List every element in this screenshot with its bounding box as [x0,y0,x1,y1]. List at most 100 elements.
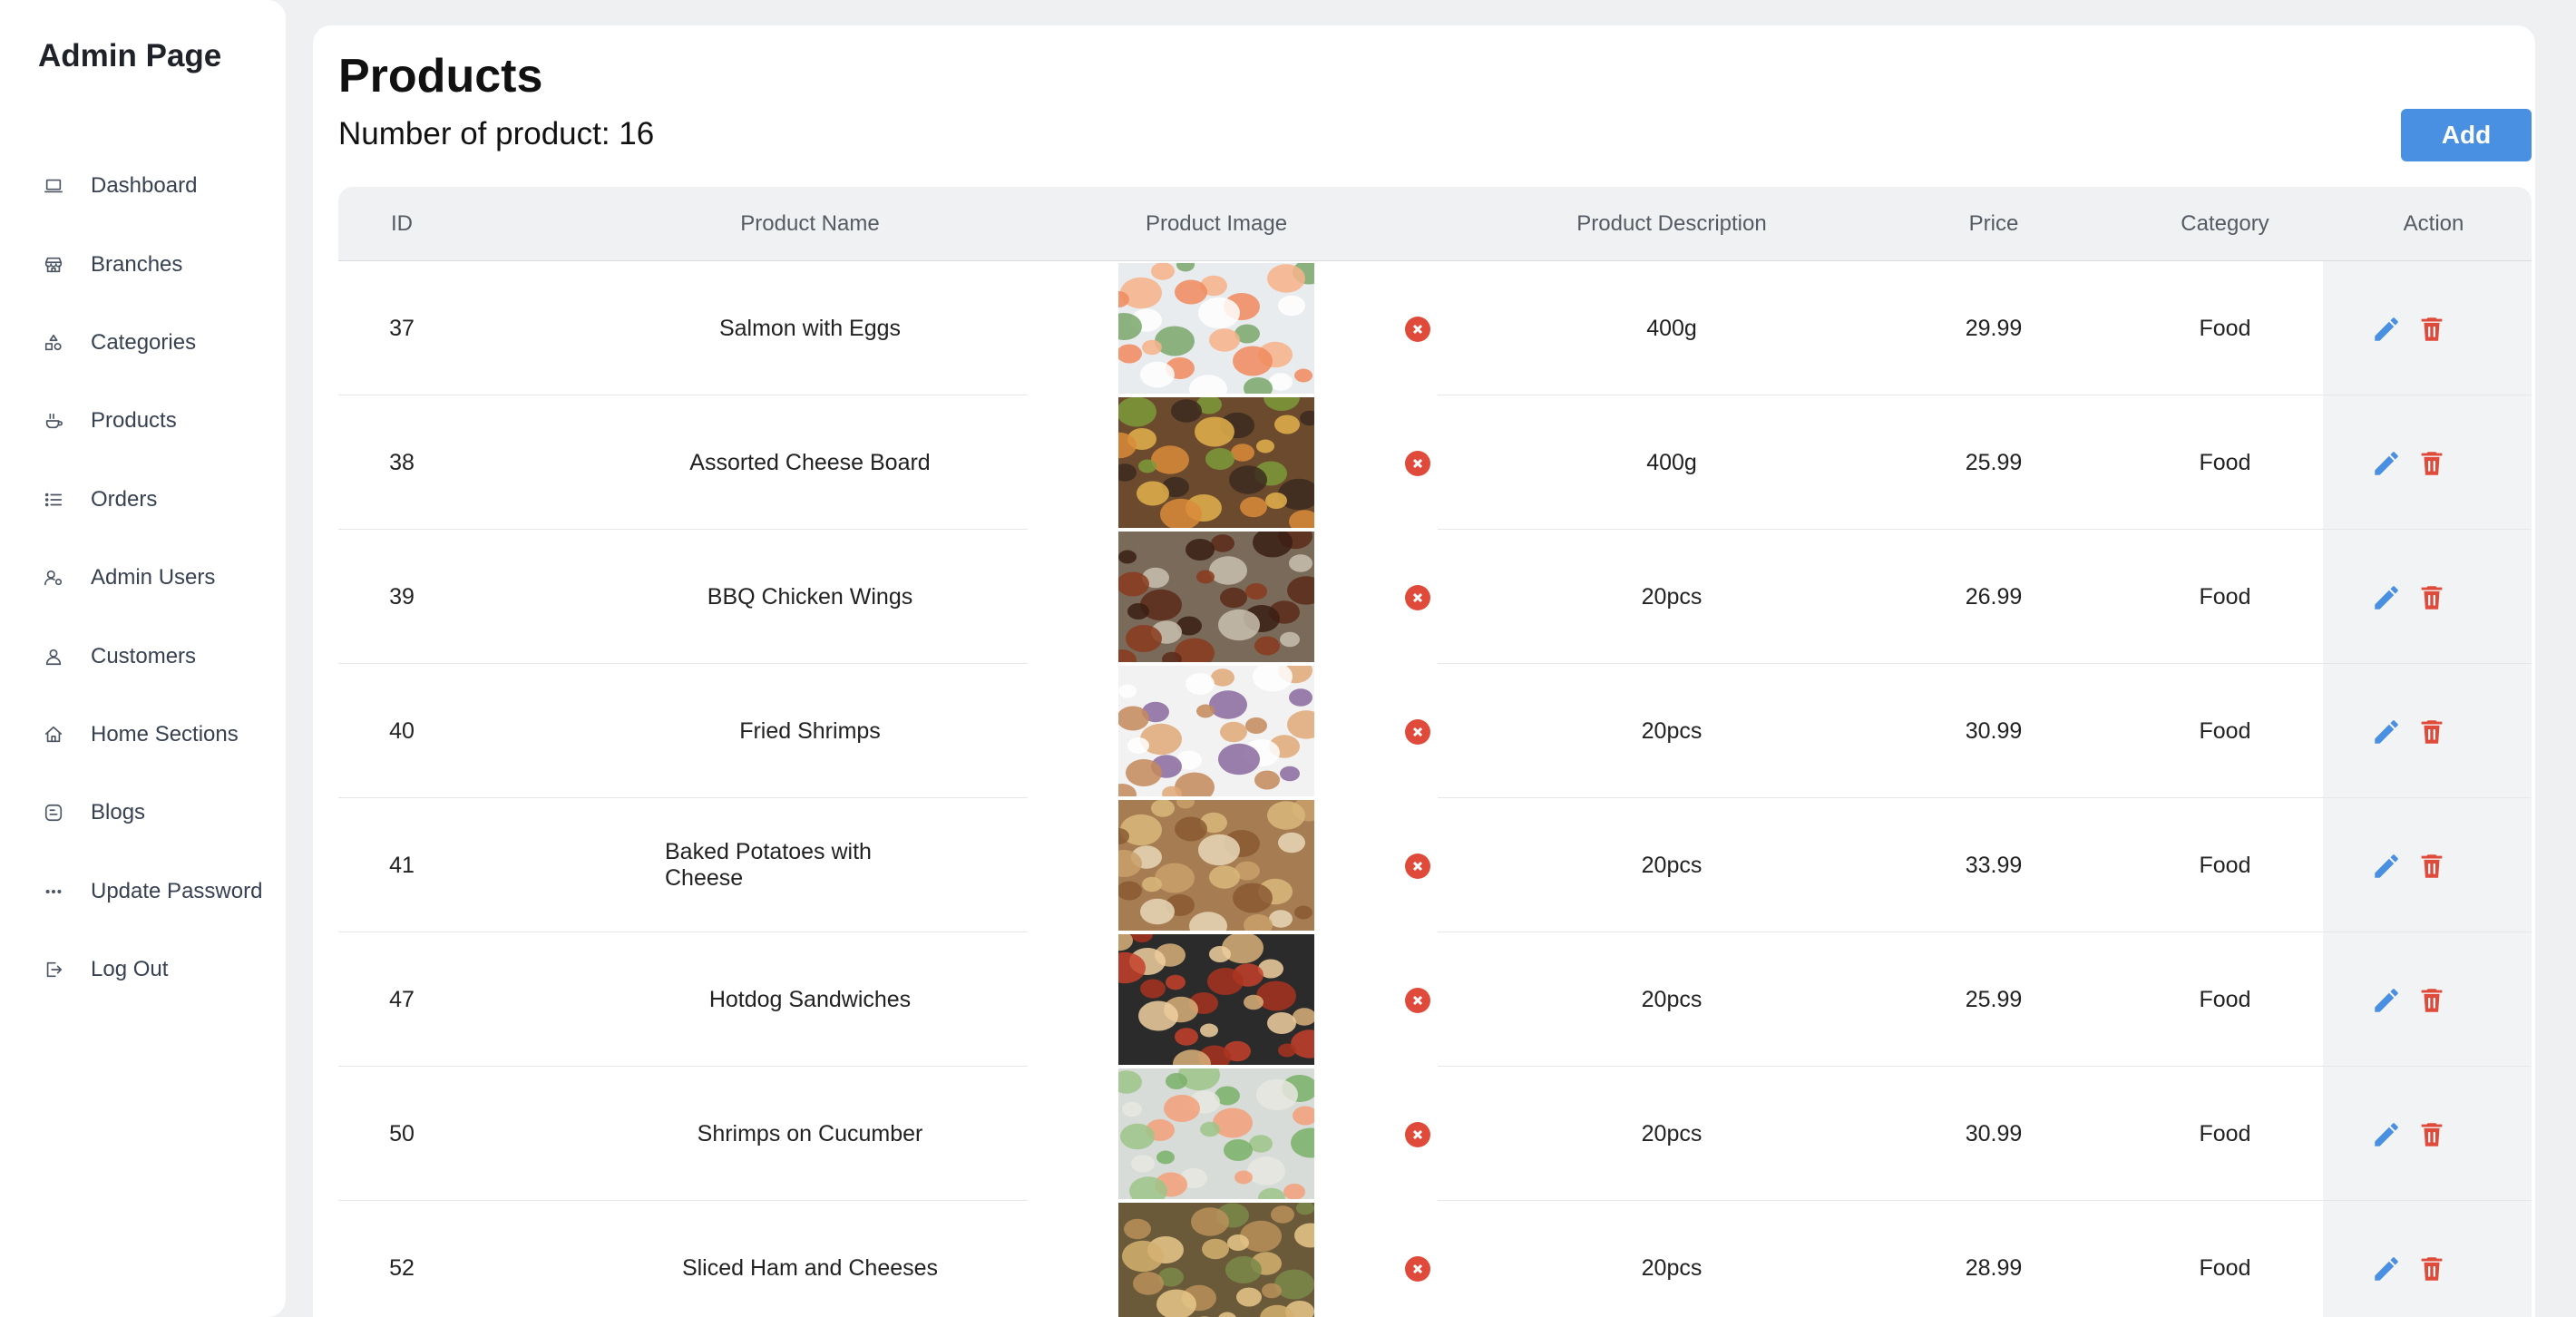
table-row: 50 Shrimps on Cucumber 20pcs 30.99 Food [338,1067,2532,1201]
delete-icon[interactable] [2415,850,2448,883]
cell-category: Food [2199,449,2251,475]
product-image [1118,666,1314,796]
cell-product-name: BBQ Chicken Wings [707,583,913,610]
laptop-icon [44,176,63,196]
delete-icon[interactable] [2415,447,2448,480]
edit-icon[interactable] [2370,850,2403,883]
logout-icon [44,960,63,980]
cell-id: 38 [389,449,415,475]
list-icon [44,490,63,510]
products-icon [44,411,63,431]
remove-image-icon[interactable] [1405,317,1430,342]
sidebar-item-label: Products [91,408,177,434]
page-title: Products [338,50,543,102]
column-header-action: Action [2403,211,2464,236]
cell-price: 26.99 [1965,583,2023,610]
table-row: 41 Baked Potatoes with Cheese 20pcs 33.9… [338,798,2532,932]
delete-icon[interactable] [2415,716,2448,748]
cell-product-name: Sliced Ham and Cheeses [681,1254,939,1281]
cell-price: 25.99 [1965,986,2023,1012]
sidebar-item-home-sections[interactable]: Home Sections [0,696,286,774]
cell-product-name: Hotdog Sandwiches [708,986,912,1012]
cell-id: 37 [389,315,415,341]
cell-product-name: Baked Potatoes with Cheese [665,839,872,891]
table-body: 37 Salmon with Eggs 400g 29.99 Food 38 A… [338,261,2532,1317]
table-row: 52 Sliced Ham and Cheeses 20pcs 28.99 Fo… [338,1201,2532,1317]
cell-product-name: Assorted Cheese Board [689,449,931,475]
table-row: 38 Assorted Cheese Board 400g 25.99 Food [338,395,2532,530]
edit-icon[interactable] [2370,1253,2403,1285]
sidebar-item-label: Dashboard [91,173,198,199]
delete-icon[interactable] [2415,1253,2448,1285]
remove-image-icon[interactable] [1405,1122,1430,1147]
sidebar-item-log-out[interactable]: Log Out [0,931,286,1009]
shapes-icon [44,333,63,353]
cell-id: 41 [389,852,415,878]
edit-icon[interactable] [2370,1118,2403,1151]
cell-product-description: 20pcs [1641,717,1703,744]
products-table: ID Product Name Product Image Product De… [338,187,2532,1317]
cell-product-name: Fried Shrimps [739,717,881,744]
sidebar-item-customers[interactable]: Customers [0,617,286,695]
edit-icon[interactable] [2370,447,2403,480]
cell-product-description: 400g [1646,449,1697,475]
cell-product-description: 20pcs [1641,1254,1703,1281]
remove-image-icon[interactable] [1405,719,1430,745]
edit-icon[interactable] [2370,313,2403,346]
remove-image-icon[interactable] [1405,854,1430,879]
remove-image-icon[interactable] [1405,988,1430,1013]
sidebar-item-update-password[interactable]: Update Password [0,853,286,931]
table-row: 37 Salmon with Eggs 400g 29.99 Food [338,261,2532,395]
cell-category: Food [2199,315,2251,341]
product-image [1118,934,1314,1065]
cell-product-description: 400g [1646,315,1697,341]
cell-product-description: 20pcs [1641,986,1703,1012]
cell-price: 29.99 [1965,315,2023,341]
delete-icon[interactable] [2415,984,2448,1017]
edit-icon[interactable] [2370,716,2403,748]
sidebar-item-admin-users[interactable]: Admin Users [0,539,286,617]
sidebar-item-dashboard[interactable]: Dashboard [0,147,286,225]
user-gear-icon [44,568,63,588]
sidebar-item-products[interactable]: Products [0,382,286,460]
remove-image-icon[interactable] [1405,585,1430,610]
remove-image-icon[interactable] [1405,1256,1430,1282]
product-image [1118,1203,1314,1317]
product-image [1118,532,1314,662]
edit-icon[interactable] [2370,984,2403,1017]
delete-icon[interactable] [2415,581,2448,614]
delete-icon[interactable] [2415,313,2448,346]
cell-product-name: Shrimps on Cucumber [697,1120,923,1146]
cell-price: 33.99 [1965,852,2023,878]
product-image [1118,1068,1314,1199]
home-icon [44,725,63,745]
cell-product-description: 20pcs [1641,852,1703,878]
sidebar-item-blogs[interactable]: Blogs [0,774,286,852]
sidebar-item-branches[interactable]: Branches [0,225,286,303]
remove-image-icon[interactable] [1405,451,1430,476]
cell-category: Food [2199,717,2251,744]
edit-icon[interactable] [2370,581,2403,614]
table-header: ID Product Name Product Image Product De… [338,187,2532,261]
add-product-button[interactable]: Add [2401,109,2532,161]
sidebar-item-label: Branches [91,251,183,277]
column-header-product-image: Product Image [1145,211,1288,236]
sidebar-item-label: Log Out [91,957,169,982]
cell-product-description: 20pcs [1641,583,1703,610]
cell-id: 39 [389,583,415,610]
cell-price: 25.99 [1965,449,2023,475]
sidebar-item-categories[interactable]: Categories [0,304,286,382]
cell-category: Food [2199,1120,2251,1146]
sidebar: Admin Page Dashboard Branches Categories… [0,0,286,1317]
cell-category: Food [2199,852,2251,878]
cell-price: 28.99 [1965,1254,2023,1281]
cell-category: Food [2199,986,2251,1012]
cell-id: 50 [389,1120,415,1146]
column-header-product-description: Product Description [1576,211,1767,236]
delete-icon[interactable] [2415,1118,2448,1151]
main-panel: Products Number of product: 16 Add ID Pr… [313,25,2535,1317]
sidebar-item-orders[interactable]: Orders [0,461,286,539]
table-row: 47 Hotdog Sandwiches 20pcs 25.99 Food [338,932,2532,1067]
product-count: Number of product: 16 [338,116,655,151]
cell-category: Food [2199,583,2251,610]
